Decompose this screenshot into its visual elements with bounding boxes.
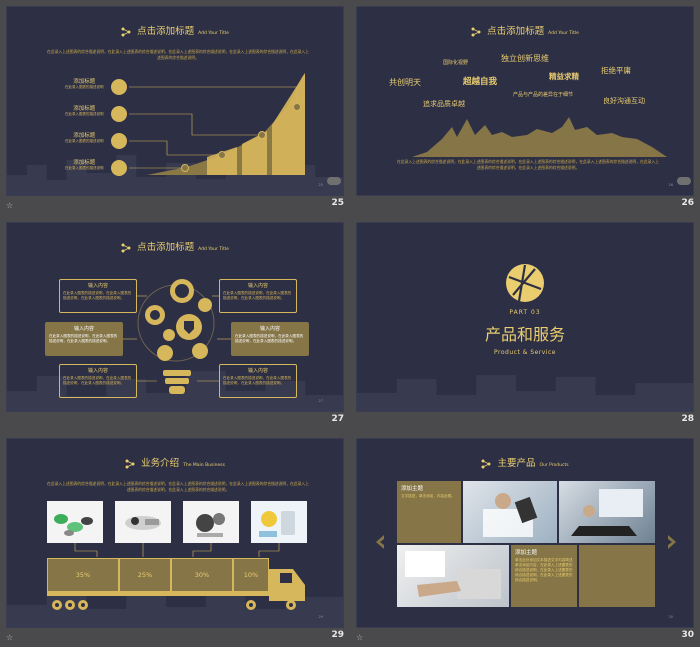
- thumbnail-29[interactable]: 业务介绍 The Main Business 在此录入上述图表的综合描述说明，在此…: [0, 432, 350, 647]
- thumbnail-25[interactable]: 点击添加标题 Add Your Title 在此录入上述图表的综合描述说明，在此录…: [0, 0, 350, 215]
- slide-number-small: 30: [668, 615, 673, 619]
- thumbnail-26[interactable]: 点击添加标题 Add Your Title 国际化视野 独立创新思维 共创明天 超…: [350, 0, 700, 215]
- section-title: 产品和服务: [484, 325, 565, 344]
- page-number: 25: [331, 198, 344, 208]
- product-card: 添加主题 单击此处添加文本描述文字内容简述单击添加内容，在此录入上述图表的综合描…: [511, 545, 577, 607]
- slide-number-small: 27: [318, 399, 323, 403]
- growth-graphic: [129, 73, 305, 175]
- slide-canvas: PART 03 产品和服务 Product & Service: [356, 222, 694, 412]
- slide-canvas: 主要产品 Our Products 添加主题 文字描述，单击添加，内容此框。 添加…: [356, 438, 694, 628]
- slide-number-small: 29: [318, 615, 323, 619]
- thumbnail-27[interactable]: 点击添加标题 Add Your Title 输入内容 在此录入图表的描述说明，在此录…: [0, 216, 350, 431]
- office-photo: [397, 545, 509, 607]
- star-icon[interactable]: ☆: [6, 201, 13, 210]
- product-card-blank: [579, 545, 655, 607]
- product-card: 添加主题 文字描述，单击添加，内容此框。: [397, 481, 461, 543]
- chevron-right-icon[interactable]: [667, 535, 677, 549]
- office-photo: [559, 481, 655, 543]
- slide-number-small: 26: [668, 183, 673, 187]
- page-number: 30: [681, 630, 694, 640]
- page-number: 29: [331, 630, 344, 640]
- section-subtitle: Product & Service: [494, 349, 556, 356]
- office-photo: [463, 481, 557, 543]
- skyline-bg: [357, 375, 693, 411]
- slide-number-small: 25: [318, 183, 323, 187]
- nav-dot: [327, 177, 341, 185]
- globe-logo-icon: [506, 264, 544, 302]
- page-number: 27: [331, 414, 344, 424]
- slide-title: 主要产品 Our Products: [357, 455, 693, 469]
- share-icon: [481, 459, 491, 469]
- lightbulb-gears-graphic: [123, 279, 231, 394]
- slide-canvas: 点击添加标题 Add Your Title 在此录入上述图表的综合描述说明，在此录…: [6, 6, 344, 196]
- slide-canvas: 点击添加标题 Add Your Title 国际化视野 独立创新思维 共创明天 超…: [356, 6, 694, 196]
- thumbnail-28[interactable]: PART 03 产品和服务 Product & Service 28: [350, 216, 700, 431]
- thumbnail-30[interactable]: 主要产品 Our Products 添加主题 文字描述，单击添加，内容此框。 添加…: [350, 432, 700, 647]
- page-number: 28: [681, 414, 694, 424]
- truck-icon: [47, 569, 305, 610]
- star-icon[interactable]: ☆: [356, 633, 363, 642]
- caption-text: 在此录入上述图表的综合描述说明，在此录入上述图表的综合描述说明，在此录入上述图表…: [397, 159, 659, 170]
- nav-dot: [677, 177, 691, 185]
- star-icon[interactable]: ☆: [6, 633, 13, 642]
- slide-canvas: 点击添加标题 Add Your Title 输入内容 在此录入图表的描述说明，在此录…: [6, 222, 344, 412]
- slide-canvas: 业务介绍 The Main Business 在此录入上述图表的综合描述说明，在此…: [6, 438, 344, 628]
- chevron-left-icon[interactable]: [375, 535, 385, 549]
- part-label: PART 03: [509, 309, 541, 316]
- page-number: 26: [681, 198, 694, 208]
